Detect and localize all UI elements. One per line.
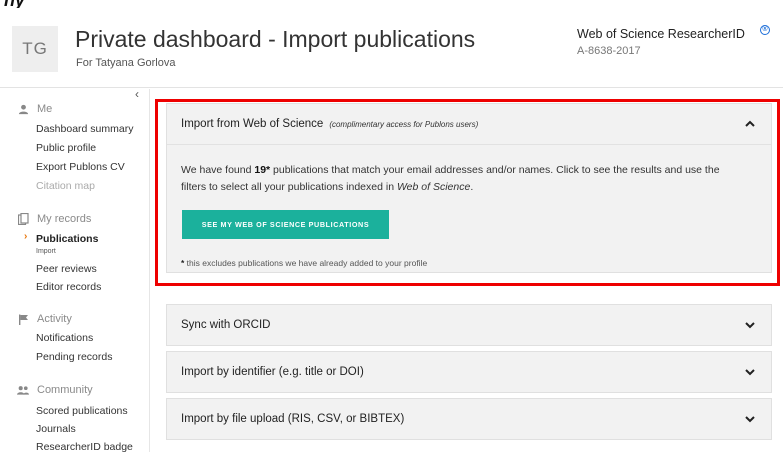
wos-match-description: We have found 19* publications that matc… <box>181 162 741 196</box>
sidebar-section-header: Community <box>17 383 93 397</box>
panel-title: Import by identifier (e.g. title or DOI) <box>181 366 364 378</box>
chevron-down-icon[interactable] <box>743 365 757 379</box>
panel-header-wos[interactable]: Import from Web of Science (complimentary… <box>167 104 771 144</box>
sidebar: ‹ Me Dashboard summary Public profile Ex… <box>0 87 150 452</box>
panel-header-file[interactable]: Import by file upload (RIS, CSV, or BIBT… <box>167 399 771 439</box>
researcherid-logo-icon: ® <box>760 25 770 35</box>
page-title: Private dashboard - Import publications <box>75 26 476 52</box>
panel-title: Import by file upload (RIS, CSV, or BIBT… <box>181 413 405 425</box>
panel-header-identifier[interactable]: Import by identifier (e.g. title or DOI) <box>167 352 771 392</box>
sidebar-item-public-profile[interactable]: Public profile <box>36 142 96 154</box>
heading-fragment-text: ny <box>4 0 25 8</box>
sidebar-item-journals[interactable]: Journals <box>36 423 76 435</box>
page-header: TG Private dashboard - Import publicatio… <box>0 10 783 88</box>
sidebar-item-export-cv[interactable]: Export Publons CV <box>36 161 125 173</box>
description-italic-text: Web of Science <box>396 181 471 193</box>
sidebar-item-researcherid-badge[interactable]: ResearcherID badge <box>36 441 133 452</box>
exclusion-footnote: * this excludes publications we have alr… <box>181 258 427 268</box>
cropped-heading-fragment: ny <box>0 0 60 8</box>
group-icon <box>17 384 29 396</box>
chevron-down-icon[interactable] <box>743 318 757 332</box>
sidebar-section-header: My records <box>17 212 91 226</box>
chevron-down-icon[interactable] <box>743 412 757 426</box>
collapse-sidebar-icon[interactable]: ‹ <box>135 87 139 101</box>
panel-sync-orcid[interactable]: Sync with ORCID <box>166 304 772 346</box>
publication-count: 19* <box>254 164 271 176</box>
sidebar-item-pending-records[interactable]: Pending records <box>36 351 112 363</box>
chevron-up-icon[interactable] <box>743 117 757 131</box>
sidebar-section-header: Me <box>17 102 52 116</box>
sidebar-item-publications[interactable]: Publications <box>36 233 98 245</box>
panel-body-wos: We have found 19* publications that matc… <box>167 144 771 274</box>
flag-icon <box>17 313 29 325</box>
description-text: . <box>470 181 474 193</box>
panel-import-web-of-science: Import from Web of Science (complimentary… <box>166 103 772 273</box>
panel-header-orcid[interactable]: Sync with ORCID <box>167 305 771 345</box>
panel-title: Sync with ORCID <box>181 319 271 331</box>
sidebar-section-label: Activity <box>37 313 72 325</box>
sidebar-item-dashboard-summary[interactable]: Dashboard summary <box>36 123 133 135</box>
sidebar-section-header: Activity <box>17 312 72 326</box>
active-item-marker-icon: › <box>24 231 28 242</box>
sidebar-item-peer-reviews[interactable]: Peer reviews <box>36 263 97 275</box>
footnote-text: this excludes publications we have alrea… <box>184 258 428 268</box>
records-icon <box>17 213 29 225</box>
sidebar-item-notifications[interactable]: Notifications <box>36 332 93 344</box>
panel-title-text: Import from Web of Science <box>181 118 324 130</box>
sidebar-section-label: Me <box>37 103 53 115</box>
sidebar-item-editor-records[interactable]: Editor records <box>36 281 101 293</box>
panel-import-identifier[interactable]: Import by identifier (e.g. title or DOI) <box>166 351 772 393</box>
description-text: We have found <box>181 164 255 176</box>
avatar[interactable]: TG <box>12 26 58 72</box>
sidebar-section-label: My records <box>37 213 92 225</box>
panel-import-file[interactable]: Import by file upload (RIS, CSV, or BIBT… <box>166 398 772 440</box>
panel-title: Import from Web of Science (complimentary… <box>181 118 478 130</box>
researcher-id-label[interactable]: Web of Science ResearcherID <box>577 27 745 41</box>
see-wos-publications-button[interactable]: SEE MY WEB OF SCIENCE PUBLICATIONS <box>182 210 389 239</box>
researcher-id-value: A-8638-2017 <box>577 45 641 57</box>
panel-title-note: (complimentary access for Publons users) <box>329 120 479 129</box>
person-icon <box>17 103 29 115</box>
sidebar-item-citation-map[interactable]: Citation map <box>36 180 95 192</box>
sidebar-section-label: Community <box>37 384 93 396</box>
sidebar-subitem-import[interactable]: Import <box>36 248 56 255</box>
sidebar-item-scored-publications[interactable]: Scored publications <box>36 405 128 417</box>
page-subtitle: For Tatyana Gorlova <box>76 57 176 69</box>
